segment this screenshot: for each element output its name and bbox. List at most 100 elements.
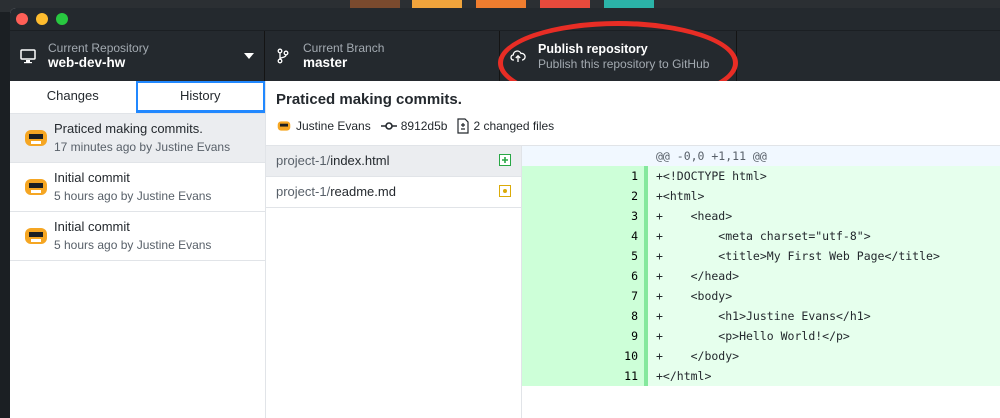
- avatar: [25, 130, 47, 146]
- diff-lines: 1 +<!DOCTYPE html> 2 +<html> 3 + <head> 4 + <me…: [522, 166, 1000, 386]
- chevron-down-icon: [244, 53, 254, 59]
- toolbar: Current Repository web-dev-hw Current Br…: [10, 21, 1000, 105]
- line-number: 8: [584, 306, 644, 326]
- diff-line-text: + <head>: [648, 206, 1000, 226]
- file-list-item[interactable]: project-1/index.html: [266, 146, 521, 177]
- avatar: [25, 179, 47, 195]
- commit-detail-title: Praticed making commits.: [276, 91, 462, 108]
- diff-view: @@ -0,0 +1,11 @@ 1 +<!DOCTYPE html> 2 +<htm…: [522, 146, 1000, 418]
- publish-description: Publish this repository to GitHub: [538, 57, 710, 71]
- diff-line: 7 + <body>: [522, 286, 1000, 306]
- diff-line-text: + <h1>Justine Evans</h1>: [648, 306, 1000, 326]
- old-line-gutter: [522, 326, 584, 346]
- commit-title: Initial commit: [54, 219, 130, 234]
- line-number: 11: [584, 366, 644, 386]
- sidebar: Changes History Praticed making commits.…: [10, 81, 266, 418]
- computer-icon: [20, 49, 36, 64]
- cloud-upload-icon: [510, 50, 526, 62]
- line-number: 3: [584, 206, 644, 226]
- commit-author: Justine Evans: [296, 119, 371, 133]
- diff-line-text: + <p>Hello World!</p>: [648, 326, 1000, 346]
- old-line-gutter: [522, 346, 584, 366]
- old-line-gutter: [522, 206, 584, 226]
- line-number: 9: [584, 326, 644, 346]
- file-directory: project-1/: [276, 153, 331, 168]
- line-number: 4: [584, 226, 644, 246]
- branch-icon: [277, 48, 289, 64]
- diff-line-text: + <body>: [648, 286, 1000, 306]
- commit-title: Initial commit: [54, 170, 130, 185]
- old-line-gutter: [522, 306, 584, 326]
- zoom-window-button[interactable]: [56, 13, 68, 25]
- old-line-gutter: [522, 186, 584, 206]
- diff-line: 6 + </head>: [522, 266, 1000, 286]
- publish-title: Publish repository: [538, 42, 648, 56]
- commit-list-item[interactable]: Praticed making commits. 17 minutes ago …: [10, 114, 265, 163]
- avatar: [25, 228, 47, 244]
- commit-sha-icon: [380, 122, 397, 130]
- line-number: 2: [584, 186, 644, 206]
- diff-line-text: +<html>: [648, 186, 1000, 206]
- diff-hunk-header: @@ -0,0 +1,11 @@: [522, 146, 1000, 166]
- commit-list-item[interactable]: Initial commit 5 hours ago by Justine Ev…: [10, 163, 265, 212]
- line-number: 1: [584, 166, 644, 186]
- old-line-gutter: [522, 166, 584, 186]
- commit-meta-row: Justine Evans 8912d5b 2 changed files: [276, 118, 554, 134]
- diff-line: 9 + <p>Hello World!</p>: [522, 326, 1000, 346]
- app-window: Current Repository web-dev-hw Current Br…: [10, 8, 1000, 418]
- old-line-gutter: [522, 146, 584, 166]
- diff-line: 3 + <head>: [522, 206, 1000, 226]
- current-repository-button[interactable]: Current Repository web-dev-hw: [10, 31, 265, 81]
- tab-changes[interactable]: Changes: [10, 81, 136, 113]
- repository-label: Current Repository: [48, 41, 149, 55]
- old-line-gutter: [522, 226, 584, 246]
- diff-line: 4 + <meta charset="utf-8">: [522, 226, 1000, 246]
- file-list-item[interactable]: project-1/readme.md: [266, 177, 521, 208]
- commit-summary-header: Praticed making commits. Justine Evans 8…: [266, 81, 1000, 146]
- tab-history[interactable]: History: [135, 81, 265, 113]
- minimize-window-button[interactable]: [36, 13, 48, 25]
- main-content: Changes History Praticed making commits.…: [10, 81, 1000, 418]
- changed-files-count: 2 changed files: [473, 119, 555, 133]
- file-added-icon: [499, 154, 511, 166]
- diff-line-text: + </body>: [648, 346, 1000, 366]
- commit-meta: 5 hours ago by Justine Evans: [54, 238, 212, 252]
- line-number: 5: [584, 246, 644, 266]
- diff-line: 2 +<html>: [522, 186, 1000, 206]
- diff-line-text: + <title>My First Web Page</title>: [648, 246, 1000, 266]
- sidebar-tabs: Changes History: [10, 81, 265, 114]
- file-modified-icon: [499, 185, 511, 197]
- commit-details-panel: Praticed making commits. Justine Evans 8…: [266, 81, 1000, 418]
- diff-line-text: + </head>: [648, 266, 1000, 286]
- line-number: 10: [584, 346, 644, 366]
- file-name: readme.md: [330, 184, 396, 199]
- file-name: index.html: [330, 153, 390, 168]
- diff-line: 8 + <h1>Justine Evans</h1>: [522, 306, 1000, 326]
- diff-line-text: + <meta charset="utf-8">: [648, 226, 1000, 246]
- diff-line: 5 + <title>My First Web Page</title>: [522, 246, 1000, 266]
- changed-files-list: project-1/index.html project-1/readme.md: [266, 146, 522, 418]
- author-avatar-icon: [277, 121, 291, 131]
- file-diff-icon: [457, 118, 470, 134]
- diff-line: 11 +</html>: [522, 366, 1000, 386]
- publish-repository-button[interactable]: Publish repository Publish this reposito…: [500, 31, 737, 81]
- new-line-gutter: [584, 146, 644, 166]
- line-number: 7: [584, 286, 644, 306]
- old-line-gutter: [522, 286, 584, 306]
- title-bar: [10, 8, 1000, 30]
- diff-line-text: +<!DOCTYPE html>: [648, 166, 1000, 186]
- close-window-button[interactable]: [16, 13, 28, 25]
- old-line-gutter: [522, 266, 584, 286]
- old-line-gutter: [522, 366, 584, 386]
- commit-list-item[interactable]: Initial commit 5 hours ago by Justine Ev…: [10, 212, 265, 261]
- commit-meta: 5 hours ago by Justine Evans: [54, 189, 212, 203]
- line-number: 6: [584, 266, 644, 286]
- commit-sha: 8912d5b: [400, 119, 448, 133]
- commit-title: Praticed making commits.: [54, 121, 203, 136]
- diff-line-text: +</html>: [648, 366, 1000, 386]
- current-branch-button[interactable]: Current Branch master: [265, 31, 500, 81]
- hunk-text: @@ -0,0 +1,11 @@: [656, 149, 767, 163]
- commit-meta: 17 minutes ago by Justine Evans: [54, 140, 231, 154]
- branch-name: master: [303, 55, 348, 70]
- old-line-gutter: [522, 246, 584, 266]
